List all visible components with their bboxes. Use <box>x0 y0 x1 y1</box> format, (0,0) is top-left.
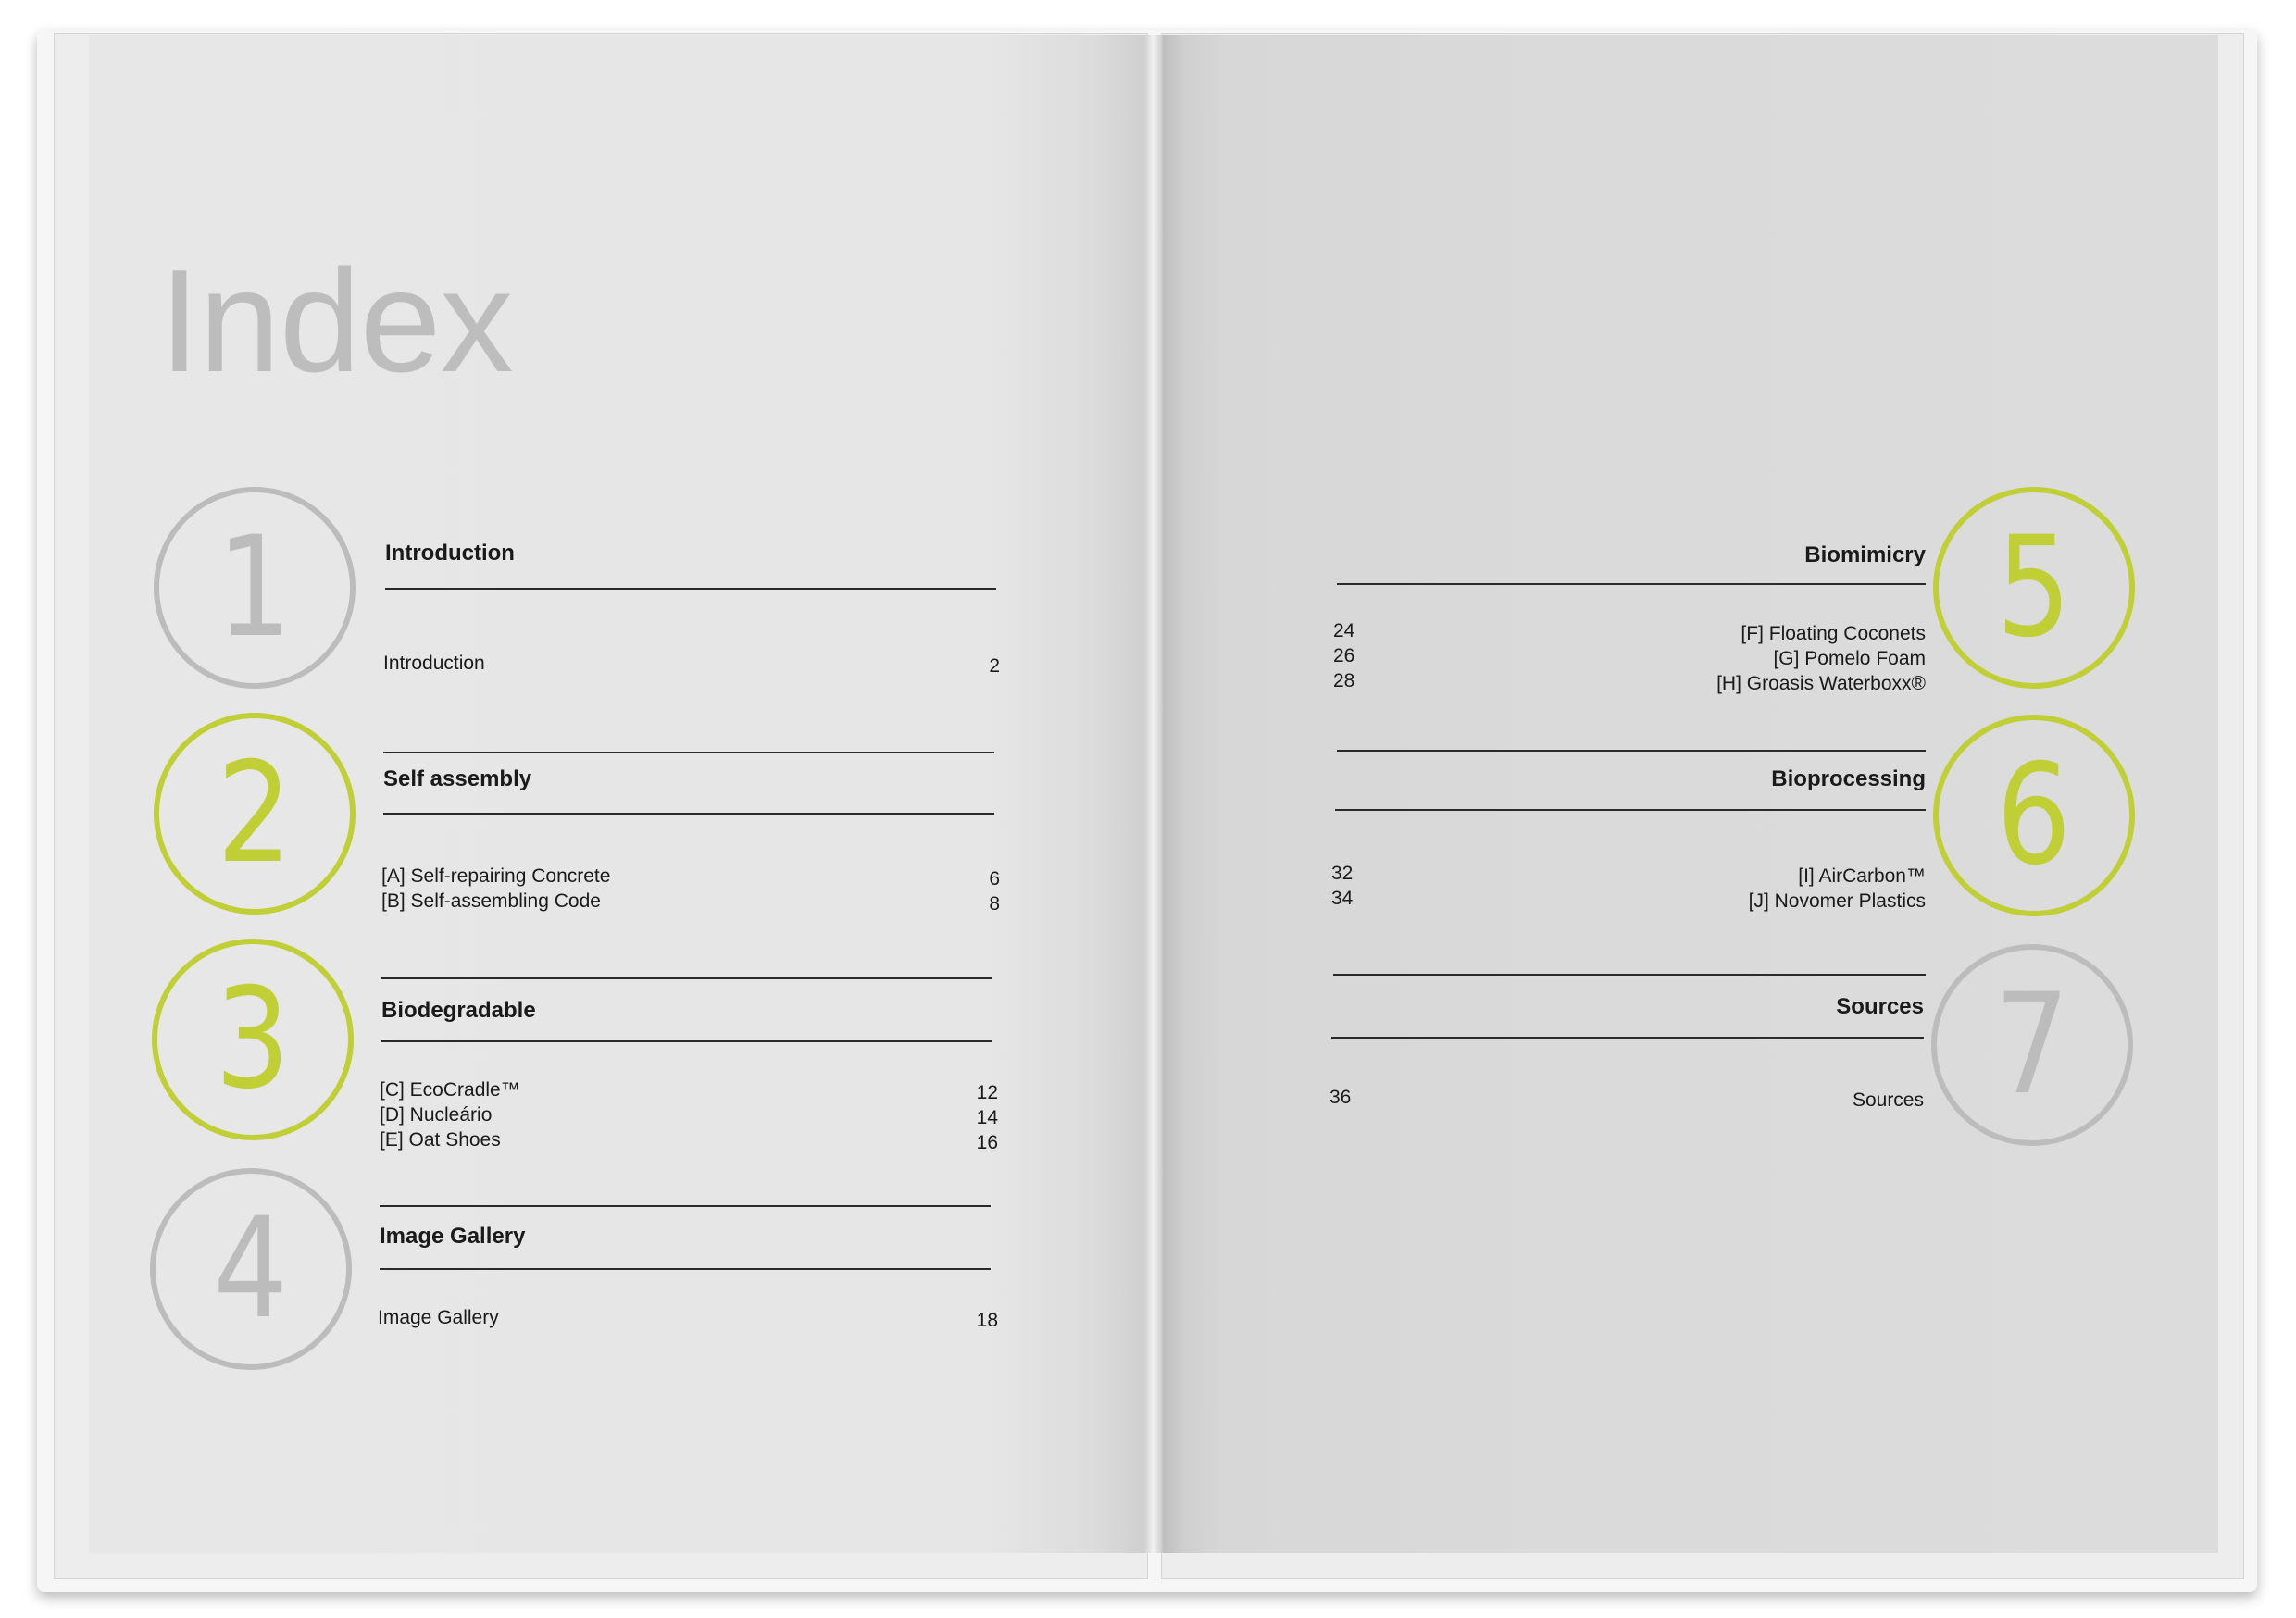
section-rule <box>383 752 994 753</box>
toc-page-number: 16 <box>976 1132 998 1153</box>
toc-page-number: 12 <box>976 1082 998 1103</box>
section-heading: Introduction <box>385 541 515 566</box>
toc-entry-list: Introduction <box>383 651 485 676</box>
toc-page-number: 14 <box>976 1107 998 1128</box>
toc-entry[interactable]: [F] Floating Coconets <box>1570 621 1926 646</box>
section-rule <box>380 1268 991 1270</box>
section-heading: Image Gallery <box>380 1224 526 1249</box>
section-number: 5 <box>1996 507 2072 668</box>
toc-entry-list: [F] Floating Coconets [G] Pomelo Foam [H… <box>1570 621 1926 696</box>
section-rule <box>380 1205 991 1207</box>
section-number: 3 <box>215 959 291 1120</box>
toc-entry[interactable]: [J] Novomer Plastics <box>1570 889 1926 914</box>
page-title: Index <box>159 240 514 403</box>
toc-entry[interactable]: [C] EcoCradle™ <box>380 1077 520 1102</box>
section-heading: Bioprocessing <box>1771 766 1926 791</box>
toc-page-number: 18 <box>976 1310 998 1331</box>
toc-page-number: 34 <box>1331 888 1354 909</box>
section-number-circle: 6 <box>1933 715 2135 916</box>
section-number-circle: 1 <box>154 487 356 689</box>
section-rule <box>1337 750 1926 752</box>
toc-page-list: 36 <box>1329 1085 1385 1110</box>
toc-page-list: 12 14 16 <box>911 1080 998 1155</box>
section-heading: Sources <box>1836 994 1924 1019</box>
toc-page-number: 2 <box>989 655 1000 677</box>
section-heading: Biodegradable <box>381 998 536 1023</box>
toc-entry-list: Sources <box>1570 1088 1924 1113</box>
toc-page-list: 2 <box>922 653 1000 678</box>
section-rule <box>1337 583 1926 585</box>
section-heading: Self assembly <box>383 766 532 791</box>
right-page: 5 Biomimicry 24 26 28 [F] Floating Cocon… <box>1163 35 2218 1553</box>
section-rule <box>1333 974 1926 976</box>
toc-entry[interactable]: [B] Self-assembling Code <box>381 889 610 914</box>
section-number-circle: 3 <box>152 939 354 1140</box>
toc-page-list: 6 8 <box>922 866 1000 916</box>
toc-entry-list: [I] AirCarbon™ [J] Novomer Plastics <box>1570 864 1926 914</box>
section-number: 6 <box>1996 735 2072 896</box>
section-number-circle: 5 <box>1933 487 2135 689</box>
toc-page-number: 36 <box>1329 1087 1352 1108</box>
toc-page-number: 26 <box>1333 645 1355 666</box>
toc-entry[interactable]: [A] Self-repairing Concrete <box>381 864 610 889</box>
toc-entry[interactable]: [E] Oat Shoes <box>380 1127 520 1152</box>
toc-entry[interactable]: [H] Groasis Waterboxx® <box>1570 671 1926 696</box>
toc-entry[interactable]: Introduction <box>383 651 485 676</box>
section-rule <box>381 977 992 979</box>
section-number: 2 <box>217 733 293 894</box>
section-rule <box>1335 809 1926 811</box>
section-number-circle: 7 <box>1931 944 2133 1146</box>
toc-entry-list: [C] EcoCradle™ [D] Nucleário [E] Oat Sho… <box>380 1077 520 1152</box>
toc-page-number: 28 <box>1333 670 1355 691</box>
section-number-circle: 2 <box>154 713 356 915</box>
toc-entry-list: [A] Self-repairing Concrete [B] Self-ass… <box>381 864 610 914</box>
toc-page-number: 32 <box>1331 863 1354 884</box>
toc-page-number: 6 <box>989 868 1000 890</box>
left-page: Index 1 Introduction Introduction 2 2 Se… <box>89 35 1144 1553</box>
toc-entry[interactable]: [D] Nucleário <box>380 1102 520 1127</box>
book-gutter <box>1144 35 1163 1553</box>
toc-entry[interactable]: [G] Pomelo Foam <box>1570 646 1926 671</box>
toc-page-list: 24 26 28 <box>1333 618 1389 693</box>
toc-entry[interactable]: Sources <box>1570 1088 1924 1113</box>
toc-entry-list: Image Gallery <box>378 1305 499 1330</box>
section-rule <box>383 813 994 815</box>
section-rule <box>385 588 996 590</box>
section-heading: Biomimicry <box>1804 542 1926 567</box>
toc-page-list: 18 <box>911 1308 998 1333</box>
toc-page-number: 24 <box>1333 620 1355 641</box>
toc-page-list: 32 34 <box>1331 861 1387 911</box>
section-rule <box>381 1040 992 1042</box>
toc-entry[interactable]: [I] AirCarbon™ <box>1570 864 1926 889</box>
toc-page-number: 8 <box>989 893 1000 915</box>
section-rule <box>1331 1037 1924 1039</box>
section-number-circle: 4 <box>150 1168 352 1370</box>
toc-entry[interactable]: Image Gallery <box>378 1305 499 1330</box>
section-number: 4 <box>213 1189 289 1350</box>
section-number: 1 <box>217 507 293 668</box>
section-number: 7 <box>1994 965 2070 1126</box>
